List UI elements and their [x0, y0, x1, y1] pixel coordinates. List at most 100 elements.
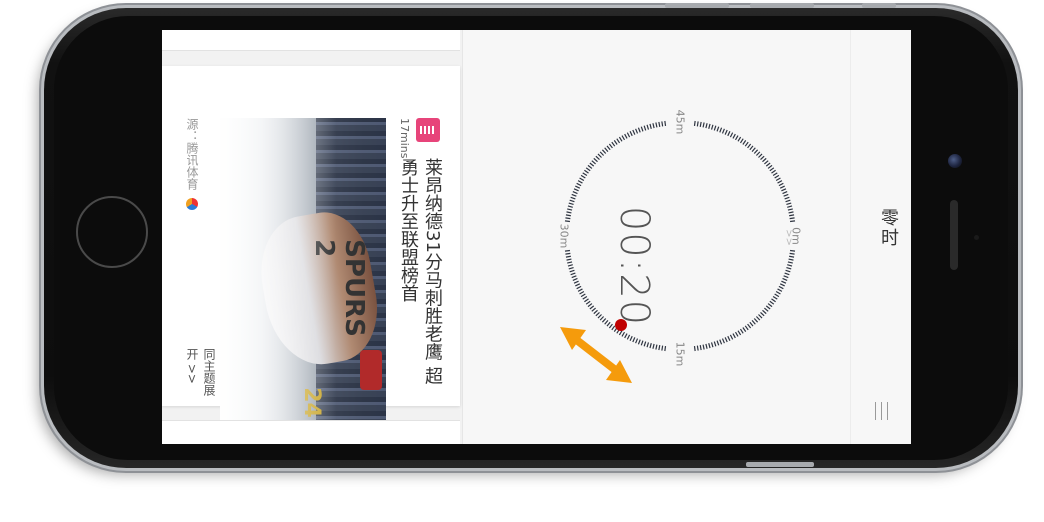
dial-tick [696, 121, 699, 127]
dial-tick [655, 344, 658, 350]
dial-tick [611, 141, 616, 147]
dial-tick [729, 334, 734, 340]
dial-tick [755, 151, 761, 156]
dial-tick [606, 145, 611, 151]
dial-tick [567, 208, 573, 211]
dial-tick [626, 334, 631, 340]
dial-tick [713, 125, 717, 131]
dial-tick [786, 202, 792, 206]
dial-tick [595, 311, 600, 317]
dial-tick [693, 345, 696, 352]
dial-tick [565, 255, 571, 258]
dial-tick [737, 330, 742, 336]
dial-tick [789, 252, 795, 255]
dial-tick [587, 303, 593, 308]
news-card[interactable]: SPURS 2 24 17mins 莱昂纳德31分马刺胜老鹰 超勇士升至联盟榜首… [162, 66, 460, 425]
dial-tick [758, 314, 763, 319]
dial-tick [635, 128, 639, 134]
power-button [746, 462, 814, 467]
dial-tick [604, 320, 609, 325]
dial-tick [564, 220, 571, 223]
dial-tick [788, 258, 794, 261]
dial-tick [593, 157, 598, 163]
next-card[interactable] [162, 420, 460, 444]
dial-tick [649, 123, 652, 129]
timer-ring [564, 120, 796, 352]
dial-tick [589, 305, 595, 310]
dial-tick [584, 298, 589, 303]
side-nav: 零时 [850, 30, 911, 444]
expand-topic-link[interactable]: 同主题展开 >> [184, 348, 218, 406]
arrow-shaft [571, 334, 621, 376]
dial-tick [737, 136, 742, 142]
news-headline[interactable]: 莱昂纳德31分马刺胜老鹰 超勇士升至联盟榜首 [396, 158, 444, 398]
dial-tick [571, 275, 577, 279]
dial-tick [618, 330, 623, 336]
dial-tick [705, 123, 708, 129]
dial-tick [772, 295, 778, 300]
dial-tick [767, 164, 773, 169]
dial-tick [584, 169, 589, 174]
dial-tick [567, 264, 573, 267]
previous-card[interactable] [162, 30, 460, 51]
news-time: 17mins [398, 118, 411, 159]
dial-tick [601, 149, 607, 154]
dial-tick [742, 327, 747, 332]
dial-tick [608, 143, 613, 149]
dial-tick [758, 153, 763, 158]
proximity-sensor [974, 235, 979, 240]
dial-tick [696, 345, 699, 351]
dial-tick [649, 343, 652, 349]
dial-tick [742, 140, 747, 145]
dial-tick [774, 174, 780, 179]
dial-tick [762, 309, 767, 315]
dial-tick [787, 208, 793, 211]
dial-tick [616, 138, 621, 144]
dial-tick [566, 258, 572, 261]
dial-tick [734, 331, 739, 337]
dial-tick [753, 149, 759, 154]
dial-tick [789, 217, 795, 220]
dial-tick [771, 298, 776, 303]
dial-tick [783, 275, 789, 279]
news-feed[interactable]: SPURS 2 24 17mins 莱昂纳德31分马刺胜老鹰 超勇士升至联盟榜首… [162, 30, 463, 444]
dial-tick [789, 255, 795, 258]
dial-tick [621, 135, 626, 141]
dial-tick [729, 132, 734, 138]
home-button[interactable] [76, 196, 148, 268]
news-source-icon [416, 118, 440, 142]
dial-tick [778, 285, 784, 290]
dial-tick [664, 120, 667, 127]
dial-tick [579, 290, 585, 295]
tick-label-15m: 15m [673, 341, 687, 367]
tick-label-30m: 30m [557, 223, 571, 249]
dial-tick [629, 131, 633, 137]
dial-tick [785, 199, 791, 203]
photo-fade [220, 118, 386, 425]
dial-tick [591, 307, 596, 312]
dial-tick [632, 129, 636, 135]
dial-tick [567, 261, 573, 264]
dial-tick [621, 331, 626, 337]
dial-tick [721, 338, 725, 344]
dial-tick [658, 121, 661, 127]
dial-tick [755, 316, 761, 321]
dial-tick [624, 133, 628, 139]
dial-tick [593, 309, 598, 315]
timer-panel: >> 0m 15m 30m 45m [462, 30, 852, 444]
dial-tick [601, 318, 607, 323]
menu-icon[interactable] [875, 402, 888, 420]
dial-tick [739, 328, 744, 334]
dial-tick [585, 300, 591, 305]
dial-tick [646, 342, 650, 348]
screen: SPURS 2 24 17mins 莱昂纳德31分马刺胜老鹰 超勇士升至联盟榜首… [162, 30, 911, 444]
dial-tick [782, 277, 788, 281]
dial-tick [724, 337, 728, 343]
dial-tick [565, 217, 571, 220]
dial-tick [765, 162, 771, 167]
news-photo[interactable]: SPURS 2 24 [220, 118, 386, 425]
dial-tick [580, 174, 586, 179]
dial-tick [779, 185, 785, 189]
dial-tick [582, 172, 588, 177]
dial-tick [582, 295, 588, 300]
